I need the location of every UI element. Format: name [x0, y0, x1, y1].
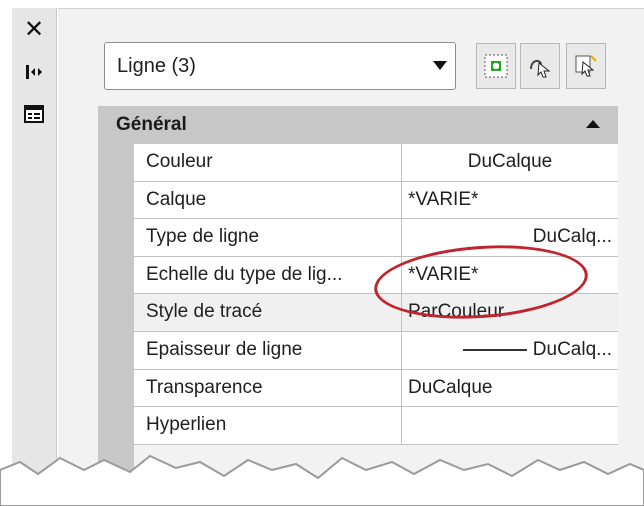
chevron-down-icon[interactable]: [433, 61, 447, 70]
select-objects-button[interactable]: [566, 43, 606, 89]
section-header-general[interactable]: Général: [98, 106, 618, 144]
property-label: Couleur: [134, 144, 402, 181]
table-row[interactable]: Couleur DuCalque: [134, 144, 618, 182]
property-label: Hyperlien: [134, 407, 402, 444]
table-row[interactable]: Calque *VARIE*: [134, 181, 618, 220]
property-label: Style de tracé: [134, 294, 402, 331]
property-value[interactable]: DuCalque: [402, 144, 618, 181]
property-label: Transparence: [134, 369, 402, 407]
left-strip: ✕: [12, 8, 57, 478]
property-label: Type de ligne: [134, 219, 402, 256]
toggle-pickadd-button[interactable]: [476, 43, 516, 89]
property-value[interactable]: DuCalq...: [402, 331, 618, 369]
quick-select-icon: [530, 59, 551, 78]
property-value[interactable]: *VARIE*: [402, 181, 618, 219]
select-objects-icon: [575, 55, 597, 77]
lineweight-sample: [462, 348, 527, 351]
property-label: Calque: [134, 181, 402, 219]
property-label: Echelle du type de lig...: [134, 256, 402, 294]
torn-edge: [0, 454, 644, 506]
add-selection-icon: [484, 54, 508, 78]
dropdown-value: Ligne (3): [117, 55, 196, 77]
property-value-text: DuCalq...: [532, 338, 612, 360]
auto-hide-icon[interactable]: [22, 60, 46, 84]
grid-gutter: [98, 144, 134, 474]
property-value[interactable]: [402, 407, 618, 444]
object-type-dropdown[interactable]: Ligne (3): [104, 42, 456, 90]
collapse-arrow-icon[interactable]: [586, 120, 600, 128]
property-label: Epaisseur de ligne: [134, 331, 402, 369]
table-row[interactable]: Transparence DuCalque: [134, 369, 618, 408]
properties-icon[interactable]: [22, 102, 46, 126]
table-row[interactable]: Epaisseur de ligne DuCalq...: [134, 331, 618, 370]
section-title: Général: [116, 114, 187, 135]
quick-select-button[interactable]: [520, 43, 560, 89]
property-value[interactable]: DuCalque: [402, 369, 618, 407]
close-icon[interactable]: ✕: [22, 18, 46, 42]
